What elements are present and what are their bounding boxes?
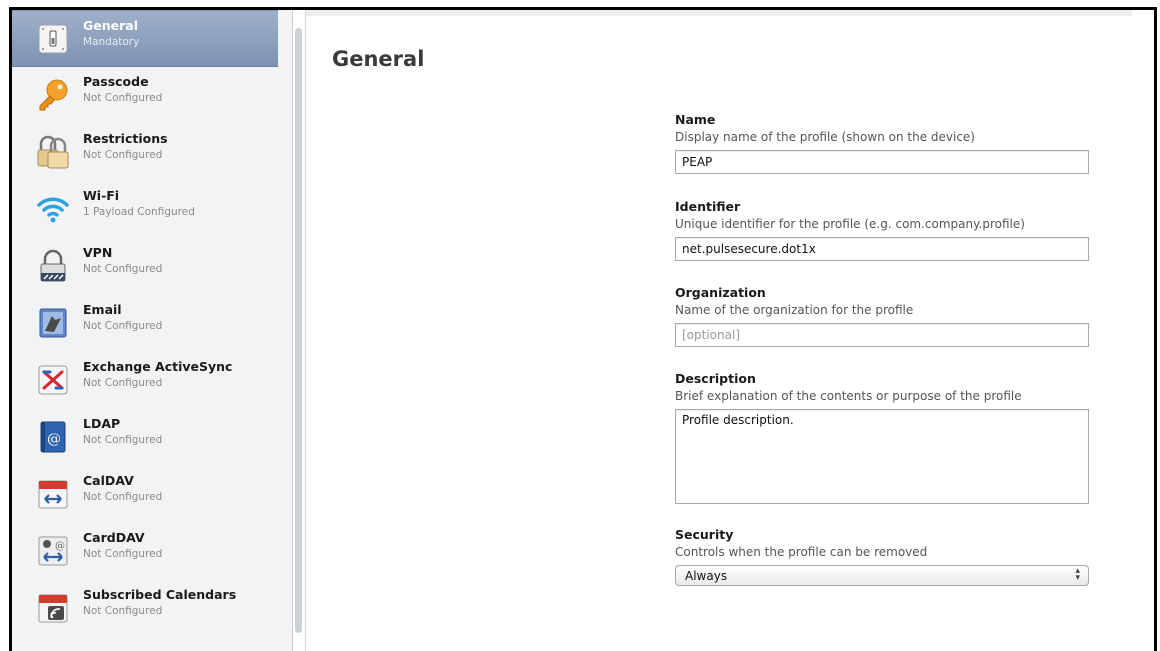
identifier-field: Identifier Unique identifier for the pro…	[675, 199, 1095, 261]
sidebar-item-status: 1 Payload Configured	[83, 206, 195, 218]
description-label: Description	[675, 371, 756, 386]
security-select-value: Always	[685, 569, 728, 583]
sidebar-item-title: Exchange ActiveSync	[83, 359, 233, 374]
organization-field: Organization Name of the organization fo…	[675, 285, 1095, 347]
sidebar-item-status: Not Configured	[83, 263, 163, 275]
exchange-icon	[35, 362, 71, 398]
sidebar-item-passcode[interactable]: Passcode Not Configured	[12, 67, 278, 124]
sidebar-item-title: General	[83, 18, 138, 33]
padlocks-icon	[35, 134, 71, 170]
select-arrows-icon: ▴ ▾	[1075, 566, 1080, 583]
app-window: General Mandatory Passcode Not Configure…	[9, 7, 1157, 651]
sidebar-item-vpn[interactable]: VPN Not Configured	[12, 238, 278, 295]
general-switch-icon	[35, 21, 71, 57]
identifier-help: Unique identifier for the profile (e.g. …	[675, 217, 1025, 231]
subscribed-calendar-icon	[35, 590, 71, 626]
sidebar-item-wifi[interactable]: Wi-Fi 1 Payload Configured	[12, 181, 278, 238]
sidebar-item-status: Not Configured	[83, 605, 163, 617]
sidebar-item-general[interactable]: General Mandatory	[12, 10, 278, 67]
sidebar-item-title: Wi-Fi	[83, 188, 120, 203]
security-select[interactable]: Always ▴ ▾	[675, 565, 1089, 586]
sidebar-item-status: Not Configured	[83, 548, 163, 560]
svg-text:@: @	[55, 541, 65, 552]
contacts-sync-icon: @	[35, 533, 71, 569]
svg-text:@: @	[47, 431, 61, 447]
sidebar-item-status: Not Configured	[83, 320, 163, 332]
sidebar-item-title: Email	[83, 302, 122, 317]
sidebar-item-restrictions[interactable]: Restrictions Not Configured	[12, 124, 278, 181]
name-help: Display name of the profile (shown on th…	[675, 130, 975, 144]
ldap-book-icon: @	[35, 419, 71, 455]
sidebar-item-status: Mandatory	[83, 36, 140, 48]
sidebar-item-status: Not Configured	[83, 377, 163, 389]
identifier-label: Identifier	[675, 199, 741, 214]
sidebar-item-caldav[interactable]: CalDAV Not Configured	[12, 466, 278, 523]
organization-label: Organization	[675, 285, 766, 300]
sidebar-item-title: LDAP	[83, 416, 121, 431]
sidebar-item-email[interactable]: Email Not Configured	[12, 295, 278, 352]
calendar-sync-icon	[35, 476, 71, 512]
wifi-icon	[35, 191, 71, 227]
vpn-lock-icon	[35, 248, 71, 284]
sidebar-item-ldap[interactable]: @ LDAP Not Configured	[12, 409, 278, 466]
description-field: Description Brief explanation of the con…	[675, 371, 1095, 508]
sidebar-item-title: Restrictions	[83, 131, 168, 146]
name-input[interactable]	[675, 150, 1089, 174]
description-textarea[interactable]: Profile description.	[675, 409, 1089, 504]
page-title: General	[332, 47, 425, 71]
sidebar-item-subscribed-calendars[interactable]: Subscribed Calendars Not Configured	[12, 580, 278, 637]
sidebar-item-status: Not Configured	[83, 491, 163, 503]
sidebar-item-status: Not Configured	[83, 434, 163, 446]
name-field: Name Display name of the profile (shown …	[675, 112, 1095, 174]
sidebar-item-title: Subscribed Calendars	[83, 587, 237, 602]
sidebar-item-exchange-activesync[interactable]: Exchange ActiveSync Not Configured	[12, 352, 278, 409]
security-help: Controls when the profile can be removed	[675, 545, 928, 559]
sidebar-item-title: CardDAV	[83, 530, 145, 545]
sidebar-scrollbar[interactable]	[295, 28, 302, 633]
sidebar-item-title: VPN	[83, 245, 113, 260]
sidebar-item-carddav[interactable]: @ CardDAV Not Configured	[12, 523, 278, 580]
security-label: Security	[675, 527, 734, 542]
sidebar-item-status: Not Configured	[83, 149, 163, 161]
description-help: Brief explanation of the contents or pur…	[675, 389, 1022, 403]
key-icon	[35, 77, 71, 113]
organization-help: Name of the organization for the profile	[675, 303, 914, 317]
top-strip	[306, 10, 1132, 16]
identifier-input[interactable]	[675, 237, 1089, 261]
sidebar: General Mandatory Passcode Not Configure…	[12, 10, 293, 651]
security-field: Security Controls when the profile can b…	[675, 527, 1095, 586]
main-panel: General Name Display name of the profile…	[306, 10, 1154, 651]
email-stamp-icon	[35, 305, 71, 341]
name-label: Name	[675, 112, 716, 127]
sidebar-item-title: Passcode	[83, 74, 149, 89]
sidebar-item-title: CalDAV	[83, 473, 134, 488]
sidebar-item-status: Not Configured	[83, 92, 163, 104]
organization-input[interactable]	[675, 323, 1089, 347]
